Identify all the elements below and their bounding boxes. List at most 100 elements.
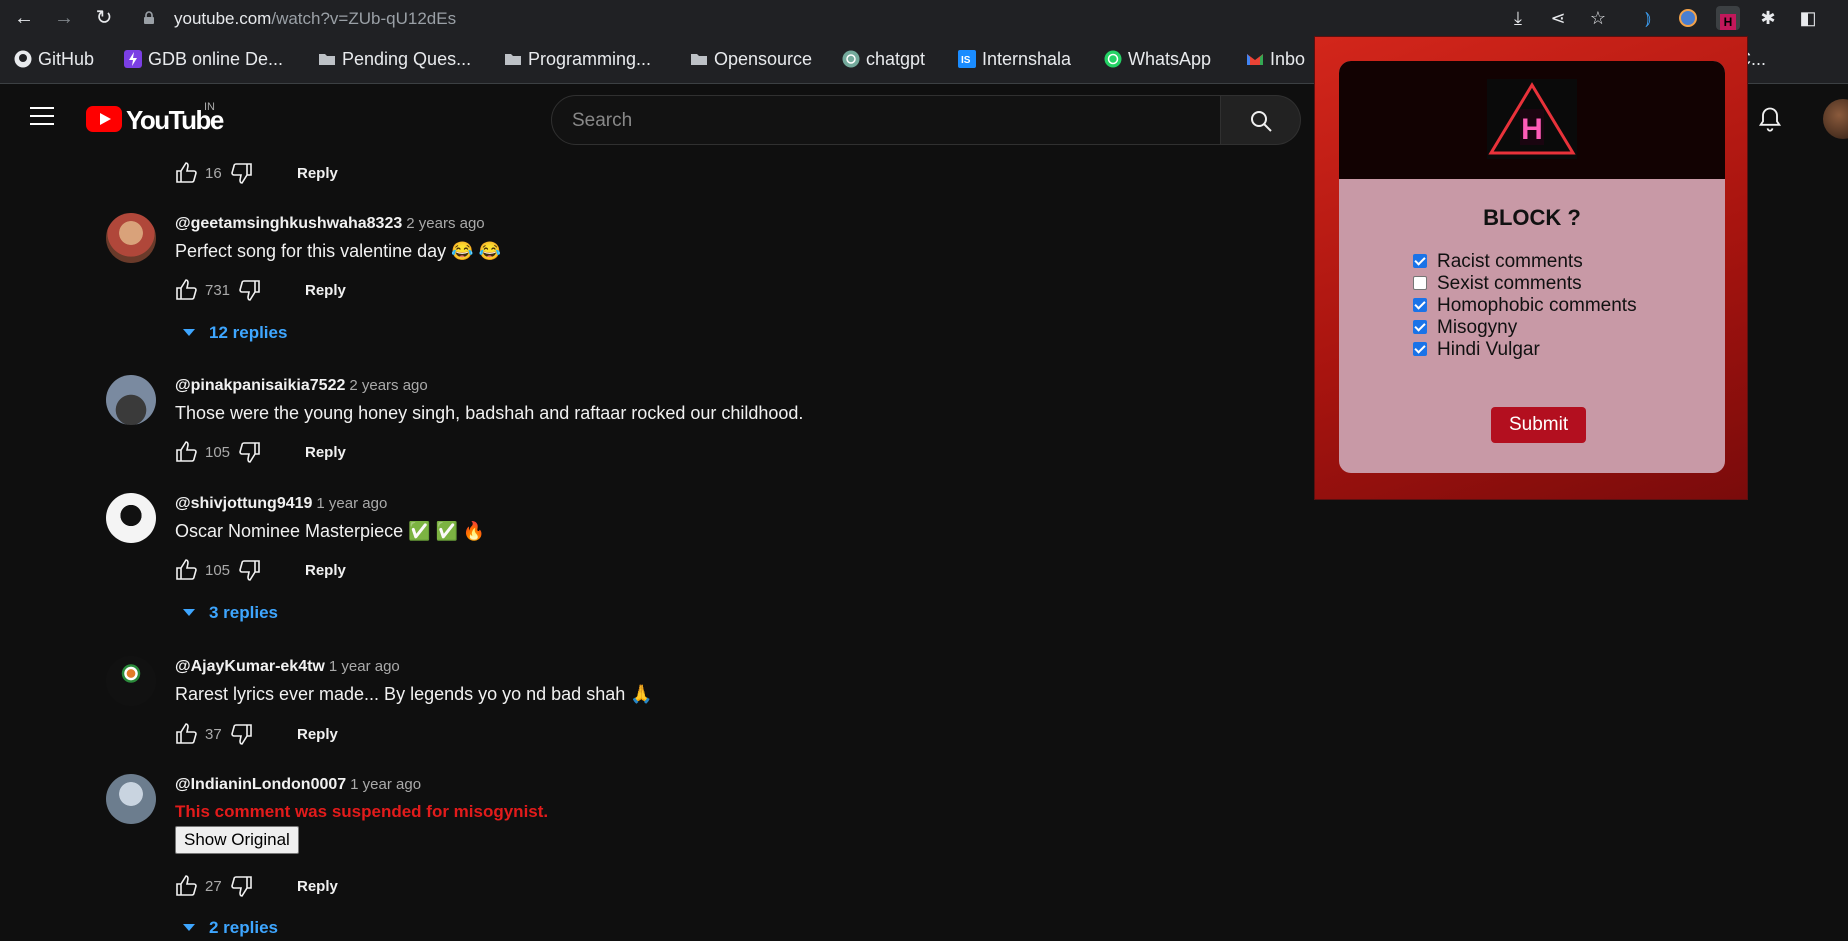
option-hindi-vulgar[interactable]: Hindi Vulgar	[1413, 339, 1540, 361]
reply-button[interactable]: Reply	[297, 726, 338, 743]
option-sexist[interactable]: Sexist comments	[1413, 273, 1582, 295]
bookmark-label: WhatsApp	[1128, 49, 1212, 69]
reload-icon[interactable]: ↻	[92, 6, 116, 30]
search-button[interactable]	[1221, 95, 1301, 145]
avatar[interactable]	[106, 656, 156, 706]
back-icon[interactable]: ←	[12, 6, 36, 30]
reply-button[interactable]: Reply	[297, 165, 338, 182]
dislike-icon[interactable]	[229, 722, 253, 746]
dislike-icon[interactable]	[237, 440, 261, 464]
bookmark-label: Pending Ques...	[342, 49, 472, 69]
comment-author[interactable]: @AjayKumar-ek4tw 1 year ago	[175, 658, 400, 676]
bookmark-gdb[interactable]: GDB online De...	[124, 49, 283, 70]
extension-popup: H BLOCK ? Racist comments Sexist comment…	[1314, 36, 1748, 500]
share-icon[interactable]: ⋖	[1546, 6, 1570, 30]
dislike-icon[interactable]	[229, 161, 253, 185]
like-icon[interactable]	[175, 161, 199, 185]
comment-actions: 105 Reply	[175, 440, 575, 468]
view-replies-button[interactable]: 2 replies	[183, 918, 278, 938]
folder-icon	[691, 54, 707, 65]
view-replies-button[interactable]: 12 replies	[183, 323, 287, 343]
avatar[interactable]	[106, 375, 156, 425]
comment-time[interactable]: 1 year ago	[329, 658, 400, 675]
reply-button[interactable]: Reply	[305, 282, 346, 299]
avatar[interactable]	[106, 774, 156, 824]
comment-time[interactable]: 1 year ago	[350, 776, 421, 793]
avatar[interactable]	[106, 213, 156, 263]
comment-time[interactable]: 1 year ago	[316, 495, 387, 512]
star-icon[interactable]: ☆	[1586, 6, 1610, 30]
checkbox-checked[interactable]	[1413, 320, 1427, 334]
comment-text: Oscar Nominee Masterpiece ✅ ✅ 🔥	[175, 521, 486, 541]
extension-circle-icon[interactable]	[1676, 6, 1700, 30]
comment-author[interactable]: @IndianinLondon0007 1 year ago	[175, 776, 421, 794]
checkbox-checked[interactable]	[1413, 342, 1427, 356]
show-original-button[interactable]: Show Original	[175, 826, 299, 854]
like-icon[interactable]	[175, 722, 199, 746]
comment-author[interactable]: @pinakpanisaikia7522 2 years ago	[175, 377, 428, 395]
reply-button[interactable]: Reply	[305, 444, 346, 461]
like-count: 105	[205, 562, 231, 579]
folder-icon	[319, 54, 335, 65]
option-racist[interactable]: Racist comments	[1413, 251, 1583, 273]
checkbox-unchecked[interactable]	[1413, 276, 1427, 290]
bookmark-programming[interactable]: Programming...	[504, 49, 651, 70]
dislike-icon[interactable]	[237, 558, 261, 582]
address-bar[interactable]: youtube.com/watch?v=ZUb-qU12dEs	[134, 3, 1494, 33]
bookmark-whatsapp[interactable]: WhatsApp	[1104, 49, 1211, 70]
logo-letter: H	[1521, 113, 1543, 146]
bookmark-opensource[interactable]: Opensource	[690, 49, 812, 70]
option-homophobic[interactable]: Homophobic comments	[1413, 295, 1637, 317]
chatgpt-icon	[842, 50, 860, 68]
gdb-icon	[124, 50, 142, 68]
submit-button[interactable]: Submit	[1491, 407, 1587, 443]
like-icon[interactable]	[175, 558, 199, 582]
avatar[interactable]	[106, 493, 156, 543]
view-replies-button[interactable]: 3 replies	[183, 603, 278, 623]
checkbox-checked[interactable]	[1413, 254, 1427, 268]
bookmark-github[interactable]: GitHub	[14, 49, 94, 70]
bookmark-label: GDB online De...	[148, 49, 284, 69]
hate-warning-logo: H	[1487, 79, 1577, 159]
option-misogyny[interactable]: Misogyny	[1413, 317, 1517, 339]
bookmark-inbox[interactable]: Inbo	[1246, 49, 1305, 70]
bookmark-internshala[interactable]: IS Internshala	[958, 49, 1071, 70]
comment-author[interactable]: @shivjottung9419 1 year ago	[175, 495, 387, 513]
like-icon[interactable]	[175, 874, 199, 898]
bookmark-chatgpt[interactable]: chatgpt	[842, 49, 925, 70]
like-icon[interactable]	[175, 440, 199, 464]
replies-label: 3 replies	[209, 603, 278, 622]
account-avatar[interactable]	[1823, 99, 1848, 139]
comment-author[interactable]: @geetamsinghkushwaha8323 2 years ago	[175, 215, 485, 233]
whatsapp-icon	[1104, 50, 1122, 68]
replies-label: 2 replies	[209, 918, 278, 937]
puzzle-icon[interactable]: ✱	[1756, 6, 1780, 30]
reply-button[interactable]: Reply	[297, 878, 338, 895]
checkbox-checked[interactable]	[1413, 298, 1427, 312]
dislike-icon[interactable]	[237, 278, 261, 302]
dislike-icon[interactable]	[229, 874, 253, 898]
chevron-down-icon	[183, 924, 195, 931]
comment-time[interactable]: 2 years ago	[406, 215, 484, 232]
like-icon[interactable]	[175, 278, 199, 302]
bell-icon[interactable]	[1756, 105, 1784, 133]
sidepanel-icon[interactable]: ◧	[1796, 6, 1820, 30]
extension-audio-icon[interactable]: ⦆	[1636, 6, 1660, 30]
search-input[interactable]: Search	[551, 95, 1221, 145]
option-label: Hindi Vulgar	[1437, 339, 1540, 360]
comment-time[interactable]: 2 years ago	[349, 377, 427, 394]
forward-icon[interactable]: →	[52, 6, 76, 30]
author-name: @pinakpanisaikia7522	[175, 377, 346, 394]
install-icon[interactable]: ⤓	[1506, 6, 1530, 30]
like-count: 105	[205, 444, 231, 461]
reply-button[interactable]: Reply	[305, 562, 346, 579]
comment-actions: 37 Reply	[175, 722, 575, 750]
url-text: youtube.com/watch?v=ZUb-qU12dEs	[174, 9, 456, 29]
option-label: Misogyny	[1437, 317, 1518, 338]
search-icon	[1251, 111, 1272, 132]
hate-extension-icon[interactable]: H	[1716, 6, 1740, 30]
menu-icon[interactable]	[30, 107, 54, 125]
bookmark-pending[interactable]: Pending Ques...	[318, 49, 471, 70]
chevron-down-icon	[183, 329, 195, 336]
github-icon	[14, 50, 32, 68]
